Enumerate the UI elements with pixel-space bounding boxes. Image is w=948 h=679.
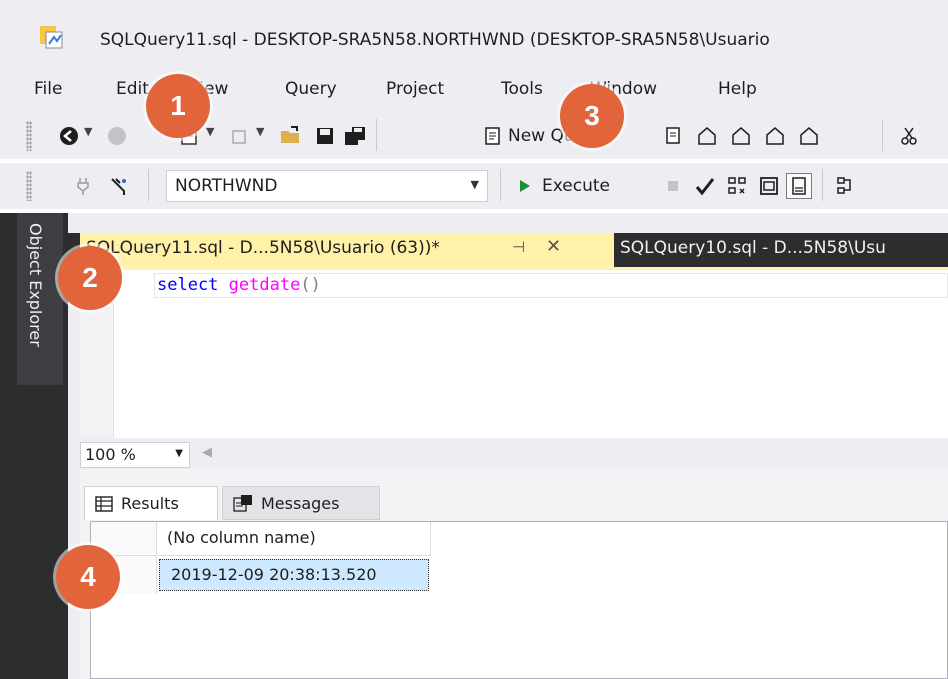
close-icon[interactable]: ✕ [546,236,561,257]
play-icon [520,180,530,192]
back-dropdown-icon[interactable]: ▼ [84,125,92,138]
document-area: SQLQuery11.sql - D...5N58\Usuario (63))*… [68,213,948,679]
mdx-icon[interactable] [660,123,686,149]
add-item-icon[interactable] [226,123,252,149]
results-to-grid-icon[interactable] [786,173,812,199]
sql-editor-toolbar: NORTHWND ▼ Execute [0,163,948,209]
code-line[interactable]: select getdate() [154,273,948,298]
database-value: NORTHWND [175,176,278,196]
execute-label: Execute [542,176,610,196]
annotation-badge-2: 2 [58,246,122,310]
messages-icon [233,495,252,512]
dmx-icon[interactable] [694,123,720,149]
zoom-value: 100 % [85,445,136,464]
save-all-icon[interactable] [342,123,368,149]
chevron-down-icon: ▼ [470,178,479,191]
new-query-icon [485,127,500,145]
annotation-badge-1: 1 [146,74,210,138]
menu-edit[interactable]: Edit [116,79,149,99]
open-folder-icon[interactable] [278,123,304,149]
standard-toolbar: ▼ ▼ ▼ New Query [0,113,948,159]
sql-parens: () [300,275,321,295]
menu-help[interactable]: Help [718,79,757,99]
change-connection-icon[interactable] [106,173,132,199]
zoom-bar: 100 % ▼ ◀ [80,440,948,468]
annotation-badge-4: 4 [56,545,120,609]
toolbar-separator [882,119,883,151]
sql-keyword: select [157,275,219,295]
chevron-down-icon: ▼ [175,448,183,459]
tab-messages[interactable]: Messages [222,486,380,520]
tab-sqlquery11[interactable]: SQLQuery11.sql - D...5N58\Usuario (63))*… [80,233,614,267]
scroll-left-icon[interactable]: ◀ [202,445,212,460]
database-selector[interactable]: NORTHWND ▼ [166,170,488,202]
sql-function: getdate [228,275,301,295]
toolbar-separator [376,119,377,151]
result-cell[interactable]: 2019-12-09 20:38:13.520 [159,559,429,591]
menu-query[interactable]: Query [285,79,337,99]
pin-icon[interactable]: ⊣ [512,238,525,256]
new-project-dropdown-icon[interactable]: ▼ [206,125,214,138]
tab-label: SQLQuery11.sql - D...5N58\Usuario (63))* [86,238,440,258]
add-item-dropdown-icon[interactable]: ▼ [256,125,264,138]
window-title: SQLQuery11.sql - DESKTOP-SRA5N58.NORTHWN… [100,30,770,50]
menu-file[interactable]: File [34,79,62,99]
results-grid[interactable]: (No column name) 2019-12-09 20:38:13.520 [90,521,948,679]
back-icon[interactable] [56,123,82,149]
zoom-selector[interactable]: 100 % ▼ [80,442,190,468]
stop-icon[interactable] [660,173,686,199]
save-icon[interactable] [312,123,338,149]
estimated-plan-icon[interactable] [724,173,750,199]
ssms-app-icon [40,26,63,49]
toolbar-grip[interactable] [26,121,32,151]
analysis-icon[interactable] [796,123,822,149]
toolbar-separator [148,169,149,201]
execute-button[interactable]: Execute [518,171,610,201]
tab-label: SQLQuery10.sql - D...5N58\Usu [620,238,886,258]
toolbar-separator [500,169,501,201]
title-bar: SQLQuery11.sql - DESKTOP-SRA5N58.NORTHWN… [0,0,948,75]
toolbar-separator [822,169,823,201]
menu-tools[interactable]: Tools [501,79,543,99]
forward-icon[interactable] [104,123,130,149]
tab-results[interactable]: Results [84,486,218,520]
cut-icon[interactable] [896,123,922,149]
tab-sqlquery10[interactable]: SQLQuery10.sql - D...5N58\Usu [614,233,948,267]
messages-tab-label: Messages [261,493,340,513]
results-tab-label: Results [121,494,179,513]
menu-bar: File Edit View Query Project Tools Windo… [0,75,948,113]
document-tabstrip: SQLQuery11.sql - D...5N58\Usuario (63))*… [68,233,948,267]
xmla-icon[interactable] [728,123,754,149]
menu-project[interactable]: Project [386,79,444,99]
toolbar-grip[interactable] [26,171,32,201]
query-editor[interactable]: select getdate() [80,270,948,438]
results-panel: Results Messages (No column name) 2019-1… [80,469,948,679]
dax-icon[interactable] [762,123,788,149]
object-explorer-label: Object Explorer [26,223,45,347]
grid-icon [95,495,113,512]
results-to-text-icon[interactable] [756,173,782,199]
query-options-icon[interactable] [832,173,858,199]
column-header[interactable]: (No column name) [157,522,431,556]
connect-icon[interactable] [70,173,96,199]
annotation-badge-3: 3 [560,84,624,148]
parse-check-icon[interactable] [692,173,718,199]
